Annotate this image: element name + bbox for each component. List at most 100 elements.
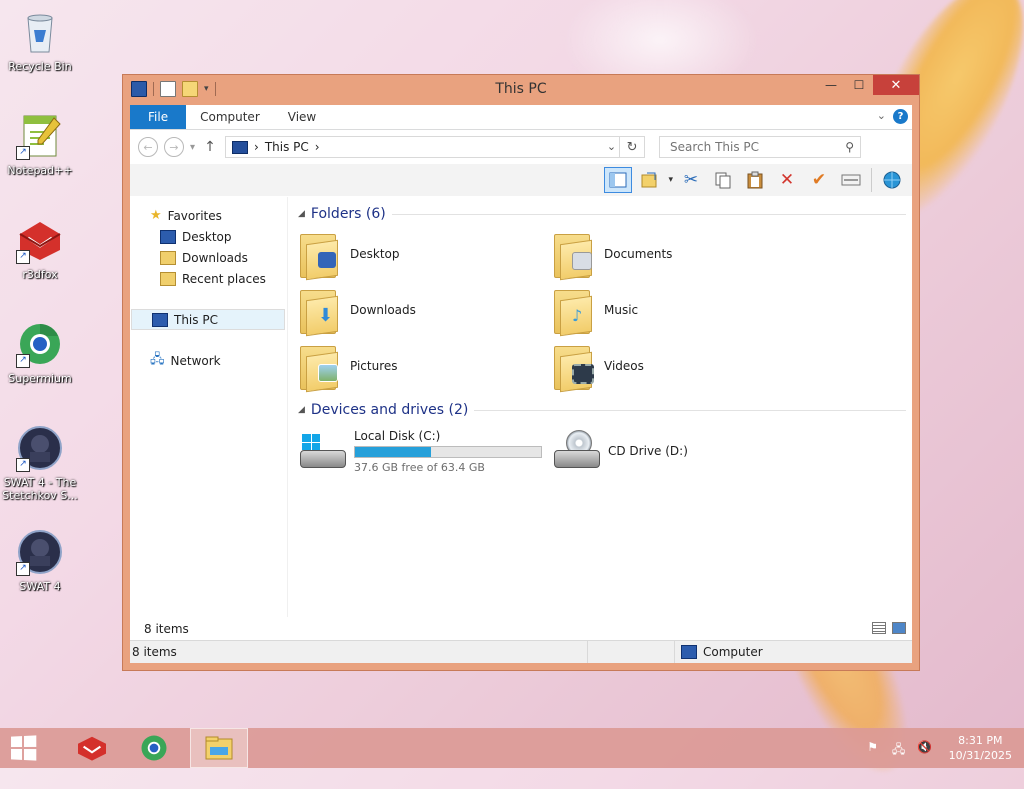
clock-time: 8:31 PM bbox=[958, 734, 1003, 747]
network-globe-button[interactable] bbox=[878, 167, 906, 193]
desktop-icon-r3dfox[interactable]: ↗ r3dfox bbox=[0, 216, 80, 281]
rename-button[interactable]: ✔ bbox=[805, 167, 833, 193]
folder-name: Pictures bbox=[350, 359, 398, 373]
taskbar-app-supermium[interactable] bbox=[128, 728, 180, 768]
folder-desktop[interactable]: Desktop bbox=[298, 227, 552, 281]
tab-view[interactable]: View bbox=[274, 105, 330, 129]
drive-local-disk-c[interactable]: Local Disk (C:) 37.6 GB free of 63.4 GB bbox=[298, 423, 552, 479]
dropdown-icon[interactable]: ▾ bbox=[668, 175, 673, 185]
recent-locations-icon[interactable]: ▾ bbox=[190, 142, 195, 153]
address-bar[interactable]: › This PC › ⌄ ↻ bbox=[225, 136, 646, 158]
nav-item-downloads[interactable]: Downloads bbox=[130, 247, 287, 268]
recent-places-icon bbox=[160, 271, 176, 286]
nav-item-favorites[interactable]: ★ Favorites bbox=[130, 205, 287, 226]
search-input[interactable] bbox=[668, 139, 833, 155]
this-pc-icon bbox=[152, 312, 168, 327]
star-icon: ★ bbox=[150, 208, 162, 223]
cut-button[interactable]: ✂ bbox=[677, 167, 705, 193]
folder-name: Documents bbox=[604, 247, 673, 261]
folder-music[interactable]: ♪ Music bbox=[552, 283, 806, 337]
title-bar[interactable]: ▾ This PC — ☐ ✕ bbox=[123, 75, 919, 105]
window-frame: File Computer View ⌄ ? ← → ▾ ↑ › This PC… bbox=[130, 105, 912, 663]
collapse-icon[interactable]: ◢ bbox=[298, 209, 305, 219]
shortcut-arrow-icon: ↗ bbox=[16, 146, 30, 160]
desktop-icon bbox=[160, 229, 176, 244]
action-center-flag-icon[interactable]: ⚑ bbox=[865, 740, 881, 756]
network-icon[interactable]: 🖧 bbox=[891, 740, 907, 756]
paste-button[interactable] bbox=[741, 167, 769, 193]
desktop-icon-supermium[interactable]: ↗ Supermium bbox=[0, 320, 80, 385]
delete-button[interactable]: ✕ bbox=[773, 167, 801, 193]
collapse-icon[interactable]: ◢ bbox=[298, 405, 305, 415]
expand-ribbon-icon[interactable]: ⌄ bbox=[877, 109, 886, 122]
music-folder-icon: ♪ bbox=[552, 286, 596, 337]
address-dropdown-icon[interactable]: ⌄ bbox=[607, 140, 616, 153]
tab-file[interactable]: File bbox=[130, 105, 187, 129]
folder-options-button[interactable] bbox=[636, 167, 664, 193]
nav-item-network[interactable]: 🖧 Network bbox=[130, 350, 287, 371]
taskbar-app-r3dfox[interactable] bbox=[66, 728, 118, 768]
nav-item-label: This PC bbox=[174, 312, 218, 327]
downloads-icon bbox=[160, 250, 176, 265]
taskbar-app-file-explorer[interactable] bbox=[190, 728, 248, 768]
nav-item-recent-places[interactable]: Recent places bbox=[130, 268, 287, 289]
search-icon[interactable]: ⚲ bbox=[845, 140, 854, 154]
explorer-window: ▾ This PC — ☐ ✕ File Computer View ⌄ ? ←… bbox=[122, 74, 920, 671]
caption-buttons: — ☐ ✕ bbox=[817, 75, 919, 95]
status-section bbox=[587, 641, 674, 663]
help-icon[interactable]: ? bbox=[893, 109, 908, 124]
start-button[interactable] bbox=[11, 735, 37, 761]
maximize-button[interactable]: ☐ bbox=[845, 75, 873, 95]
desktop-icon-recycle-bin[interactable]: Recycle Bin bbox=[0, 8, 80, 73]
notepadpp-icon: ↗ bbox=[16, 112, 64, 160]
drive-name: CD Drive (D:) bbox=[608, 444, 688, 458]
group-title: Folders (6) bbox=[310, 206, 386, 222]
clock[interactable]: 8:31 PM 10/31/2025 bbox=[949, 733, 1012, 763]
breadcrumb-arrow[interactable]: › bbox=[315, 140, 320, 154]
up-button[interactable]: ↑ bbox=[201, 139, 219, 155]
copy-button[interactable] bbox=[709, 167, 737, 193]
drive-cd-d[interactable]: CD Drive (D:) bbox=[552, 423, 806, 479]
tab-computer[interactable]: Computer bbox=[186, 105, 274, 129]
group-header-folders[interactable]: ◢ Folders (6) bbox=[298, 203, 912, 225]
nav-item-desktop[interactable]: Desktop bbox=[130, 226, 287, 247]
swat4-stetchkov-icon: ↗ bbox=[16, 424, 64, 472]
group-header-drives[interactable]: ◢ Devices and drives (2) bbox=[298, 399, 912, 421]
nav-item-this-pc[interactable]: This PC bbox=[131, 309, 285, 330]
breadcrumb-arrow[interactable]: › bbox=[254, 140, 259, 154]
volume-muted-icon[interactable]: 🔇 bbox=[917, 740, 933, 756]
file-list: ◢ Folders (6) Desktop Documents ⬇ Downlo… bbox=[288, 197, 912, 617]
preview-pane-button[interactable] bbox=[604, 167, 633, 193]
properties-button[interactable] bbox=[837, 167, 865, 193]
refresh-button[interactable]: ↻ bbox=[619, 137, 644, 157]
r3dfox-icon bbox=[78, 736, 106, 761]
drive-usage-bar bbox=[354, 445, 542, 458]
status-zone-label: Computer bbox=[703, 645, 763, 659]
desktop-icon-label: Notepad++ bbox=[7, 164, 73, 177]
large-icons-view-icon[interactable] bbox=[892, 622, 906, 634]
folder-downloads[interactable]: ⬇ Downloads bbox=[298, 283, 552, 337]
desktop-icon-label: Recycle Bin bbox=[8, 60, 72, 73]
desktop-icon-label: Supermium bbox=[8, 372, 72, 385]
close-button[interactable]: ✕ bbox=[873, 75, 919, 95]
recycle-bin-icon bbox=[16, 8, 64, 56]
folder-name: Videos bbox=[604, 359, 644, 373]
minimize-button[interactable]: — bbox=[817, 75, 845, 95]
folder-videos[interactable]: Videos bbox=[552, 339, 806, 393]
group-divider bbox=[391, 213, 906, 215]
drives-grid: Local Disk (C:) 37.6 GB free of 63.4 GB … bbox=[298, 423, 912, 479]
back-button[interactable]: ← bbox=[138, 137, 158, 157]
breadcrumb-this-pc[interactable]: This PC bbox=[265, 140, 309, 154]
folder-pictures[interactable]: Pictures bbox=[298, 339, 552, 393]
separator bbox=[871, 168, 872, 192]
system-tray: ⚑ 🖧 🔇 8:31 PM 10/31/2025 bbox=[865, 728, 1024, 768]
taskbar: ⚑ 🖧 🔇 8:31 PM 10/31/2025 bbox=[0, 728, 1024, 768]
details-view-icon[interactable] bbox=[872, 622, 886, 634]
desktop-icon-swat4-stetchkov[interactable]: ↗ SWAT 4 - The Stetchkov S... bbox=[0, 424, 80, 502]
folder-documents[interactable]: Documents bbox=[552, 227, 806, 281]
window-title: This PC bbox=[495, 81, 547, 97]
desktop-icon-notepadpp[interactable]: ↗ Notepad++ bbox=[0, 112, 80, 177]
desktop-icon-swat4[interactable]: ↗ SWAT 4 bbox=[0, 528, 80, 593]
forward-button[interactable]: → bbox=[164, 137, 184, 157]
search-box[interactable]: ⚲ bbox=[659, 136, 862, 158]
